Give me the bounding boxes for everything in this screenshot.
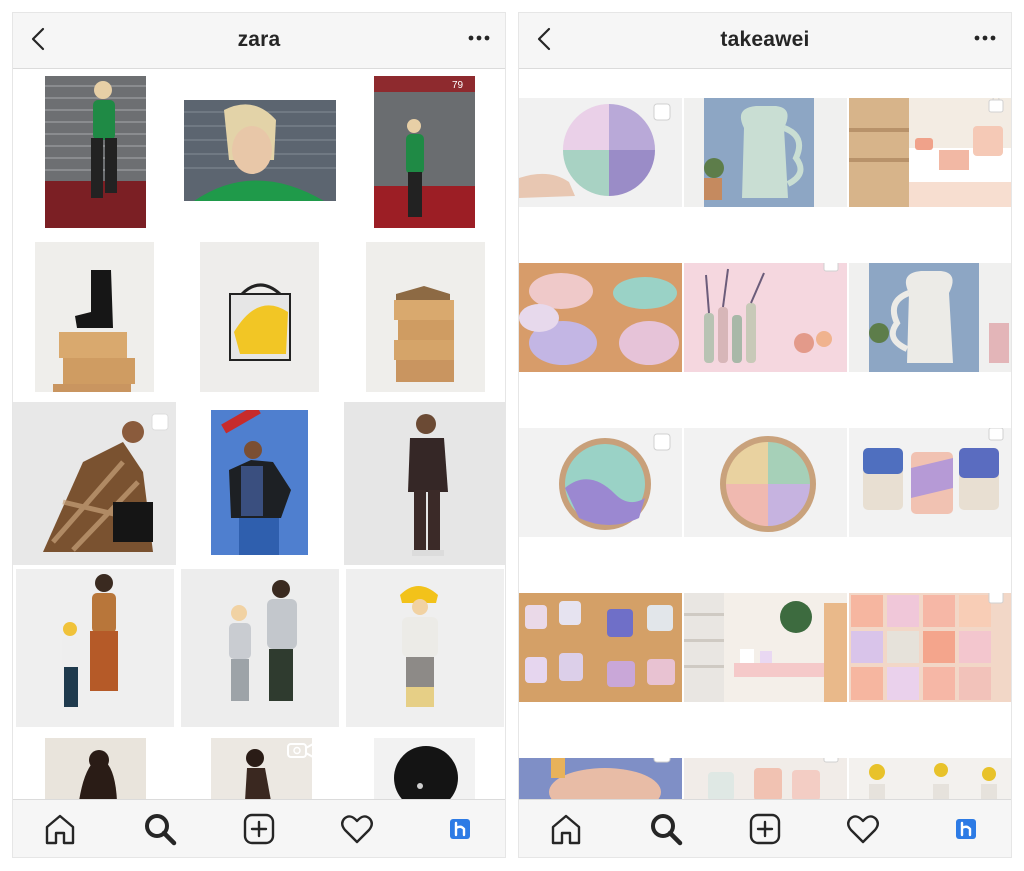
svg-text:79: 79 <box>452 80 464 91</box>
post-thumbnail[interactable] <box>16 569 174 727</box>
bottom-tab-bar <box>13 799 505 857</box>
post-thumbnail[interactable] <box>366 242 485 392</box>
hootsuite-icon[interactable] <box>949 812 983 846</box>
post-thumbnail[interactable] <box>211 410 308 555</box>
post-grid <box>519 70 1011 801</box>
activity-heart-icon[interactable] <box>846 812 880 846</box>
post-thumbnail[interactable] <box>519 263 682 372</box>
search-icon[interactable] <box>143 812 177 846</box>
shopping-bag-icon <box>988 593 1004 604</box>
profile-header: takeawei <box>519 13 1011 69</box>
post-thumbnail[interactable] <box>684 593 847 702</box>
post-thumbnail[interactable] <box>344 402 505 565</box>
hootsuite-icon[interactable] <box>443 812 477 846</box>
more-options-icon[interactable] <box>467 31 491 45</box>
bottom-tab-bar <box>519 799 1011 857</box>
post-grid: 79 <box>13 70 505 801</box>
home-icon[interactable] <box>43 812 77 846</box>
post-thumbnail[interactable] <box>849 758 1011 801</box>
post-thumbnail[interactable] <box>684 98 847 207</box>
shopping-bag-icon <box>823 758 839 763</box>
post-thumbnail[interactable] <box>849 98 1011 207</box>
post-thumbnail[interactable] <box>374 738 475 801</box>
profile-screen-takeawei: takeawei <box>518 12 1012 858</box>
post-thumbnail[interactable] <box>346 569 504 727</box>
post-thumbnail[interactable] <box>200 242 319 392</box>
profile-username: zara <box>237 28 281 51</box>
shopping-bag-icon <box>988 98 1004 113</box>
multi-photo-badge-icon <box>653 433 671 451</box>
post-thumbnail[interactable] <box>45 738 146 801</box>
post-thumbnail[interactable] <box>849 263 1011 372</box>
search-icon[interactable] <box>649 812 683 846</box>
post-thumbnail[interactable] <box>519 593 682 702</box>
multi-photo-badge-icon <box>653 103 671 121</box>
post-thumbnail[interactable] <box>849 428 1011 537</box>
post-thumbnail[interactable] <box>684 263 847 372</box>
post-thumbnail[interactable] <box>45 76 146 228</box>
shopping-bag-icon <box>823 263 839 272</box>
more-options-icon[interactable] <box>973 31 997 45</box>
post-thumbnail[interactable] <box>211 738 312 801</box>
profile-username: takeawei <box>720 28 810 51</box>
profile-screen-zara: zara 79 <box>12 12 506 858</box>
post-thumbnail[interactable] <box>519 98 682 207</box>
multi-photo-badge-icon <box>151 413 169 431</box>
post-thumbnail[interactable] <box>684 758 847 801</box>
post-thumbnail[interactable] <box>181 569 339 727</box>
post-thumbnail[interactable] <box>684 428 847 537</box>
post-thumbnail[interactable]: 79 <box>374 76 475 228</box>
new-post-icon[interactable] <box>242 812 276 846</box>
post-thumbnail[interactable] <box>13 402 176 565</box>
multi-photo-badge-icon <box>653 758 671 763</box>
new-post-icon[interactable] <box>748 812 782 846</box>
post-thumbnail[interactable] <box>35 242 154 392</box>
shopping-bag-icon <box>988 428 1004 441</box>
activity-heart-icon[interactable] <box>340 812 374 846</box>
post-thumbnail[interactable] <box>184 100 336 201</box>
home-icon[interactable] <box>549 812 583 846</box>
profile-header: zara <box>13 13 505 69</box>
post-thumbnail[interactable] <box>519 428 682 537</box>
video-badge-icon <box>287 743 312 758</box>
post-thumbnail[interactable] <box>519 758 682 801</box>
post-thumbnail[interactable] <box>849 593 1011 702</box>
